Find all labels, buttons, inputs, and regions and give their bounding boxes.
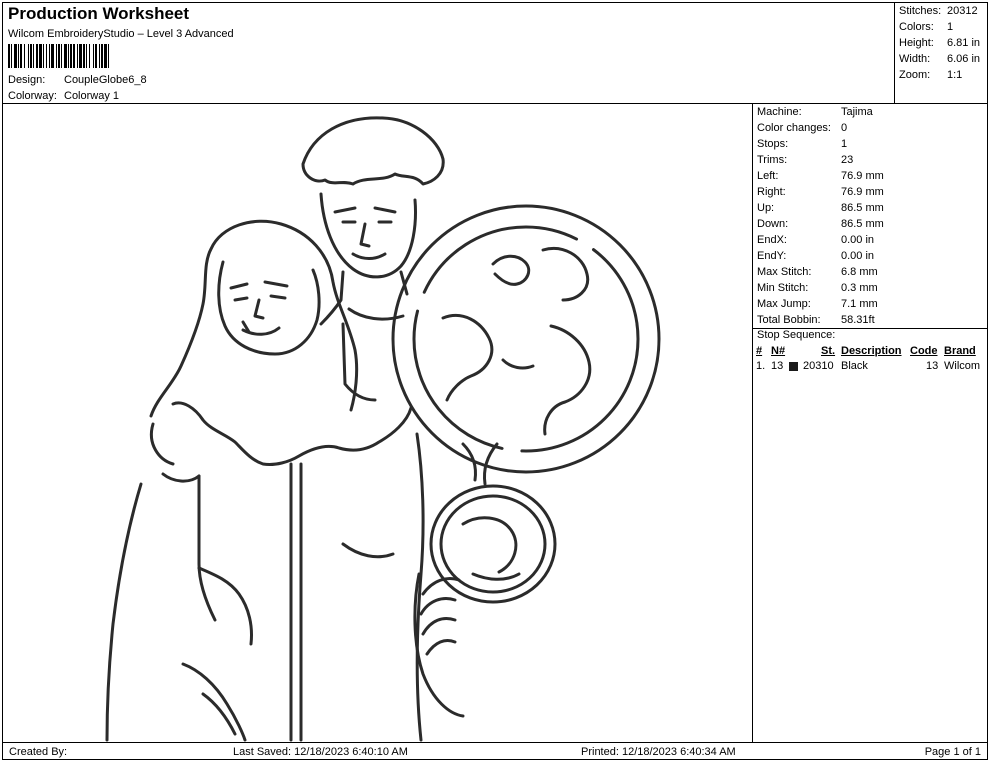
- design-label: Design:: [8, 74, 46, 86]
- info-color-changes: Color changes: 0: [757, 122, 848, 134]
- col-header-code: Code: [910, 345, 938, 357]
- colorway-label: Colorway:: [8, 90, 57, 102]
- footer-bar: Created By: Last Saved: 12/18/2023 6:40:…: [2, 742, 988, 760]
- page-title: Production Worksheet: [8, 4, 190, 23]
- info-endy: EndY: 0.00 in: [757, 250, 875, 262]
- stop-row-brand: Wilcom: [944, 360, 981, 372]
- stat-zoom: Zoom: 1:1: [899, 69, 963, 81]
- software-subtitle: Wilcom EmbroideryStudio – Level 3 Advanc…: [8, 28, 234, 40]
- stop-row-stitches: 20310: [803, 360, 834, 372]
- footer-last-saved: Last Saved: 12/18/2023 6:40:10 AM: [233, 746, 408, 758]
- info-min-stitch: Min Stitch: 0.3 mm: [757, 282, 878, 294]
- col-header-num: #: [756, 345, 763, 357]
- stop-row-n: 13: [771, 360, 784, 372]
- stop-row-description: Black: [841, 360, 868, 372]
- barcode-image: [8, 44, 109, 68]
- info-down: Down: 86.5 mm: [757, 218, 884, 230]
- footer-created-by: Created By:: [9, 746, 68, 758]
- stat-width: Width: 6.06 in: [899, 53, 981, 65]
- col-header-n: N#: [771, 345, 786, 357]
- stop-row-num: 1.: [756, 360, 766, 372]
- col-header-st: St.: [821, 345, 836, 357]
- machine-info-panel: Machine: Tajima Color changes: 0 Stops: 1 T…: [752, 103, 988, 743]
- footer-printed: Printed: 12/18/2023 6:40:34 AM: [581, 746, 736, 758]
- embroidery-design-image: [105, 116, 661, 742]
- stat-stitches: Stitches: 20312: [899, 5, 978, 17]
- stop-row-code: 13: [926, 360, 939, 372]
- info-machine: Machine: Tajima: [757, 106, 873, 118]
- info-stops: Stops: 1: [757, 138, 848, 150]
- info-total-bobbin: Total Bobbin: 58.31ft: [757, 314, 875, 326]
- info-left: Left: 76.9 mm: [757, 170, 884, 182]
- design-preview: [2, 103, 753, 743]
- info-max-stitch: Max Stitch: 6.8 mm: [757, 266, 878, 278]
- info-trims: Trims: 23: [757, 154, 854, 166]
- info-right: Right: 76.9 mm: [757, 186, 884, 198]
- design-value: CoupleGlobe6_8: [64, 74, 147, 86]
- stat-colors: Colors: 1: [899, 21, 954, 33]
- stat-height: Height: 6.81 in: [899, 37, 981, 49]
- col-header-brand: Brand: [944, 345, 976, 357]
- info-up: Up: 86.5 mm: [757, 202, 884, 214]
- info-endx: EndX: 0.00 in: [757, 234, 875, 246]
- col-header-description: Description: [841, 345, 902, 357]
- info-max-jump: Max Jump: 7.1 mm: [757, 298, 878, 310]
- stats-panel: Stitches: 20312 Colors: 1 Height: 6.81 in W…: [894, 2, 988, 104]
- color-swatch: [789, 362, 798, 371]
- footer-page: Page 1 of 1: [924, 746, 981, 758]
- stop-sequence-title: Stop Sequence:: [757, 329, 836, 341]
- colorway-value: Colorway 1: [64, 90, 120, 102]
